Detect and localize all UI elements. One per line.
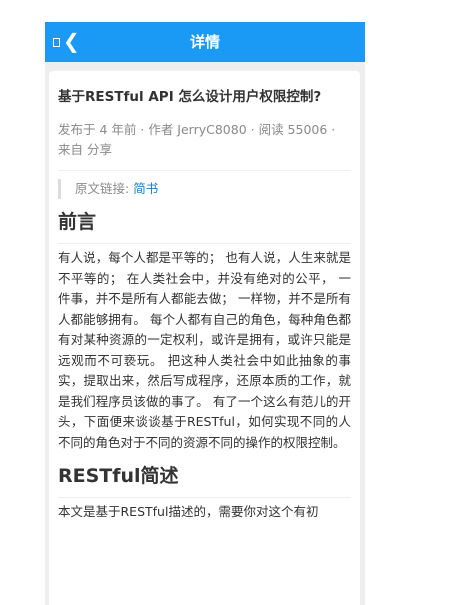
divider [58,497,351,498]
article-card: 基于RESTful API 怎么设计用户权限控制? 发布于 4 年前 · 作者 … [49,71,360,605]
article-meta: 发布于 4 年前 · 作者 JerryC8080 · 阅读 55006 · 来自… [58,122,336,157]
page-title: 详情 [189,33,220,51]
phone-screen: ❮ 详情 基于RESTful API 怎么设计用户权限控制? 发布于 4 年前 … [45,22,365,605]
divider [58,170,351,171]
paragraph-restful: 本文是基于RESTful描述的，需要你对这个有初 [58,504,319,519]
heading-restful: RESTful简述 [58,465,179,487]
source-label: 原文链接: [75,181,130,196]
article-title: 基于RESTful API 怎么设计用户权限控制? [58,89,322,105]
paragraph-intro: 有人说，每个人都是平等的； 也有人说，人生来就是不平等的； 在人类社会中，并没有… [58,250,351,450]
divider [58,243,351,244]
source-quote: 原文链接: 简书 [58,179,351,199]
heading-intro: 前言 [58,211,97,233]
source-link[interactable]: 简书 [133,181,158,196]
app-bar: ❮ 详情 [45,22,365,62]
